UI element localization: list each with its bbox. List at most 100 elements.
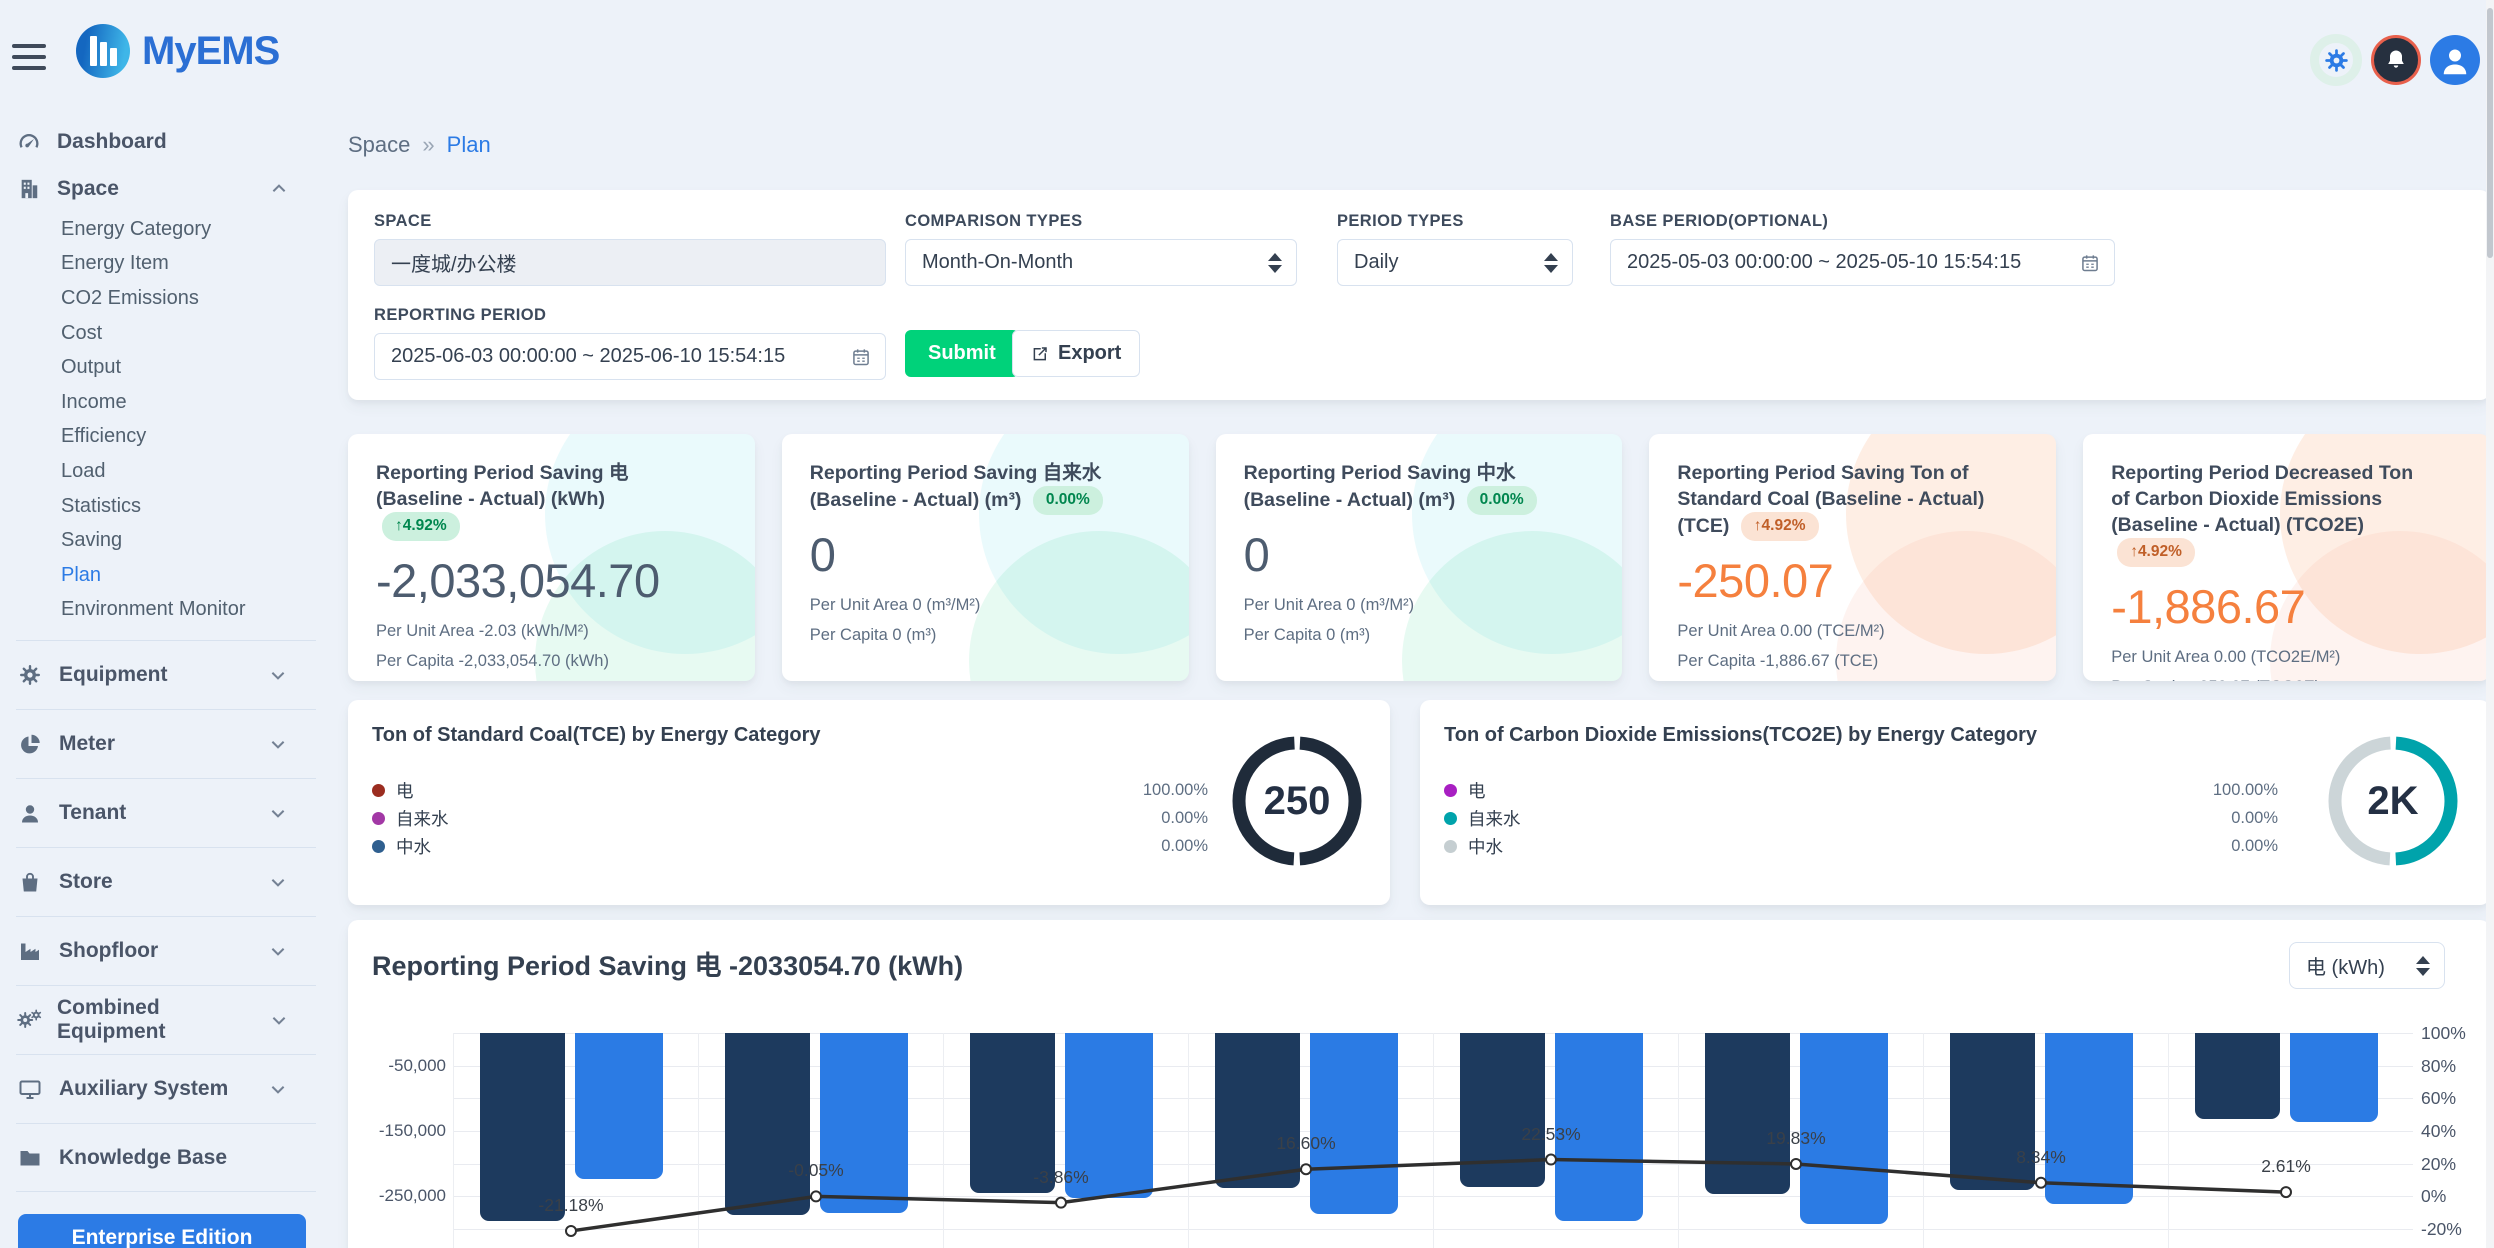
card-change-badge: 0.00%: [1033, 486, 1103, 515]
reporting-period-input[interactable]: 2025-06-03 00:00:00 ~ 2025-06-10 15:54:1…: [374, 333, 886, 380]
card-title: Reporting Period Saving 自来水 (Baseline - …: [810, 460, 1119, 515]
sidebar-item-label: Dashboard: [57, 130, 167, 154]
topbar-actions: [2310, 34, 2480, 86]
legend-dot-icon: [1444, 812, 1457, 825]
settings-button[interactable]: [2310, 34, 2362, 86]
scrollbar-thumb[interactable]: [2487, 8, 2493, 258]
select-arrows-icon: [1544, 252, 1558, 274]
legend-item-中水[interactable]: 中水: [372, 832, 449, 860]
y-axis-right-tick: -20%: [2421, 1219, 2462, 1240]
y-axis-left-tick: -250,000: [376, 1186, 446, 1206]
period-types-label: PERIOD TYPES: [1337, 212, 1573, 231]
base-period-input[interactable]: 2025-05-03 00:00:00 ~ 2025-05-10 15:54:1…: [1610, 239, 2115, 286]
sidebar-item-knowledge-base[interactable]: Knowledge Base: [16, 1123, 316, 1192]
enterprise-edition-button[interactable]: Enterprise Edition: [18, 1214, 306, 1248]
space-label: SPACE: [374, 212, 886, 231]
legend-item-自来水[interactable]: 自来水: [1444, 804, 1521, 832]
sidebar-item-dashboard[interactable]: Dashboard: [16, 118, 316, 165]
sidebar-item-meter[interactable]: Meter: [16, 709, 316, 778]
card-value: 0: [810, 527, 1161, 582]
legend-value: 100.00%: [1143, 776, 1208, 804]
sidebar-subitem-environment-monitor[interactable]: Environment Monitor: [61, 593, 316, 628]
hamburger-menu-icon[interactable]: [12, 44, 48, 70]
gauge-icon: [16, 130, 42, 154]
sidebar-groups: EquipmentMeterTenantStoreShopfloorCombin…: [16, 640, 316, 1192]
sidebar-item-tenant[interactable]: Tenant: [16, 778, 316, 847]
brand-logo[interactable]: MyEMS: [76, 24, 279, 78]
user-icon: [2437, 42, 2473, 78]
legend-value: 0.00%: [1143, 832, 1208, 860]
chevron-down-icon: [264, 1080, 292, 1098]
rate-label: -0.05%: [751, 1160, 881, 1181]
rate-label: 19.83%: [1731, 1128, 1861, 1149]
myems-logo-icon: [76, 24, 130, 78]
sidebar-subitem-saving[interactable]: Saving: [61, 523, 316, 558]
select-arrows-icon: [1268, 252, 1282, 274]
sidebar-subitem-load[interactable]: Load: [61, 454, 316, 489]
sidebar-item-store[interactable]: Store: [16, 847, 316, 916]
sidebar-subitem-energy-category[interactable]: Energy Category: [61, 212, 316, 247]
base-period-label: BASE PERIOD(OPTIONAL): [1610, 212, 2115, 231]
tco2e-donut-panel: Ton of Carbon Dioxide Emissions(TCO2E) b…: [1420, 700, 2490, 905]
tco2e-donut-total: 2K: [2320, 728, 2466, 874]
card-value: 0: [1244, 527, 1595, 582]
sidebar-subitem-plan[interactable]: Plan: [61, 558, 316, 593]
legend-item-中水[interactable]: 中水: [1444, 832, 1521, 860]
y-axis-right-tick: 60%: [2421, 1088, 2456, 1109]
legend-item-电[interactable]: 电: [372, 776, 449, 804]
period-types-select[interactable]: Daily: [1337, 239, 1573, 286]
legend-item-自来水[interactable]: 自来水: [372, 804, 449, 832]
rate-label: 16.60%: [1241, 1133, 1371, 1154]
breadcrumb-space[interactable]: Space: [348, 132, 410, 158]
sidebar-subitem-energy-item[interactable]: Energy Item: [61, 247, 316, 282]
chart-plot: -21.18%-0.05%-3.86%16.60%22.53%19.83%8.3…: [453, 1033, 2413, 1248]
sidebar-subitem-cost[interactable]: Cost: [61, 316, 316, 351]
card-subtext: Per Unit Area 0.00 (TCO2E/M²)Per Capita …: [2111, 648, 2462, 681]
y-axis-left-tick: -150,000: [376, 1121, 446, 1141]
calendar-icon: [851, 347, 871, 367]
submit-button[interactable]: Submit: [905, 330, 1019, 377]
sidebar-subitem-efficiency[interactable]: Efficiency: [61, 420, 316, 455]
breadcrumb-plan[interactable]: Plan: [447, 132, 491, 158]
sidebar-subitem-statistics[interactable]: Statistics: [61, 489, 316, 524]
comparison-types-select[interactable]: Month-On-Month: [905, 239, 1297, 286]
rate-label: 2.61%: [2221, 1156, 2351, 1177]
comparison-types-label: COMPARISON TYPES: [905, 212, 1297, 231]
sidebar-subitem-co2-emissions[interactable]: CO2 Emissions: [61, 281, 316, 316]
card-title: Reporting Period Decreased Ton of Carbon…: [2111, 460, 2420, 567]
factory-icon: [16, 939, 44, 963]
notifications-button[interactable]: [2371, 35, 2421, 85]
card-value: -250.07: [1677, 553, 2028, 608]
sidebar-subitem-output[interactable]: Output: [61, 350, 316, 385]
y-axis-right-tick: 20%: [2421, 1154, 2456, 1175]
sidebar-subitem-income[interactable]: Income: [61, 385, 316, 420]
tce-donut-total: 250: [1224, 728, 1370, 874]
breadcrumb: Space » Plan: [348, 132, 491, 158]
card-title: Reporting Period Saving 电 (Baseline - Ac…: [376, 460, 685, 541]
rate-label: -21.18%: [506, 1195, 636, 1216]
space-input[interactable]: 一度城/办公楼: [374, 239, 886, 286]
legend-item-电[interactable]: 电: [1444, 776, 1521, 804]
sidebar-item-space[interactable]: Space: [16, 165, 316, 212]
sidebar-item-equipment[interactable]: Equipment: [16, 640, 316, 709]
legend-value: 0.00%: [2213, 804, 2278, 832]
sidebar-item-shopfloor[interactable]: Shopfloor: [16, 916, 316, 985]
sidebar-nav: Dashboard Space Energy CategoryEnergy It…: [0, 118, 332, 1192]
card-subtext: Per Unit Area -2.03 (kWh/M²)Per Capita -…: [376, 622, 727, 671]
user-avatar[interactable]: [2430, 35, 2480, 85]
sidebar: MyEMS Dashboard Space Energy CategoryEne…: [0, 0, 332, 1248]
tco2e-legend-values: 100.00%0.00%0.00%: [2213, 776, 2278, 860]
sidebar-item-combined-equipment[interactable]: Combined Equipment: [16, 985, 316, 1054]
energy-unit-select[interactable]: 电 (kWh): [2289, 942, 2445, 989]
sidebar-item-auxiliary-system[interactable]: Auxiliary System: [16, 1054, 316, 1123]
chevron-up-icon: [266, 180, 292, 198]
folder-icon: [16, 1146, 44, 1170]
user-icon: [16, 801, 44, 825]
legend-dot-icon: [372, 784, 385, 797]
y-axis-right-tick: 100%: [2421, 1023, 2466, 1044]
card-subtext: Per Unit Area 0 (m³/M²)Per Capita 0 (m³): [810, 596, 1161, 645]
gear-icon: [2323, 47, 2350, 74]
legend-dot-icon: [1444, 840, 1457, 853]
saving-rate-line: [453, 1033, 2413, 1248]
export-button[interactable]: Export: [1012, 330, 1140, 377]
